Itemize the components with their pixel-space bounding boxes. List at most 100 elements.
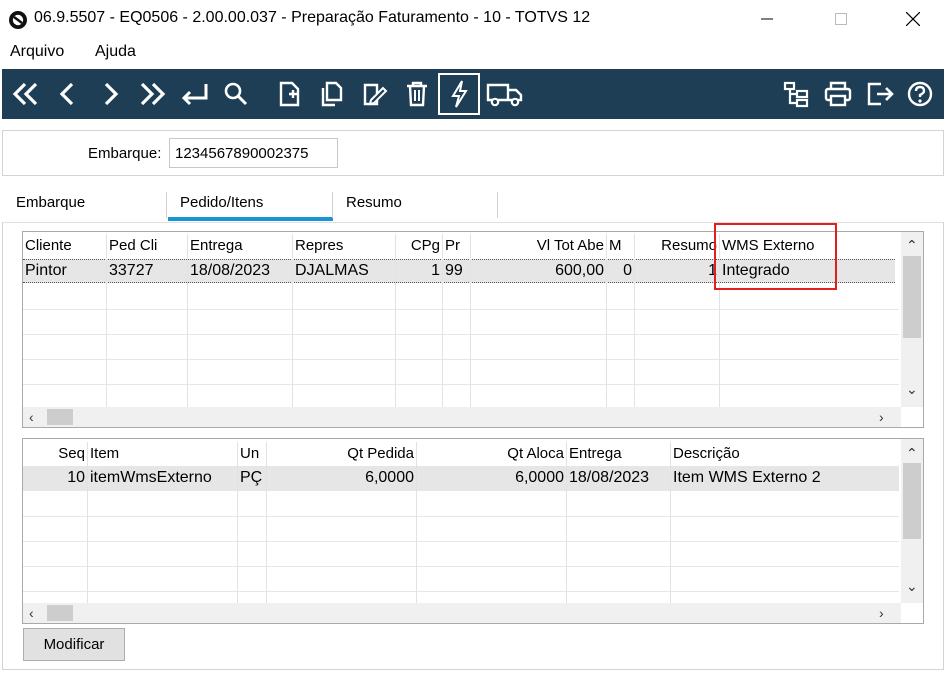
cell-cliente: Pintor [23,259,107,283]
process-button[interactable] [438,73,480,115]
scrollbar-thumb[interactable] [903,256,921,338]
title-bar: 06.9.5507 - EQ0506 - 2.00.00.037 - Prepa… [0,0,947,40]
toolbar [2,69,944,119]
column-header-item[interactable]: Item [88,442,238,466]
exit-button[interactable] [862,75,898,113]
previous-icon [58,81,78,107]
last-icon [137,81,167,107]
first-icon [11,81,41,107]
column-divider [266,490,267,603]
edit-icon [361,80,389,108]
app-logo-icon [8,10,28,30]
scroll-down-icon[interactable]: ⌄ [906,579,918,593]
column-header-entrega[interactable]: Entrega [188,234,293,258]
scroll-right-icon[interactable]: › [879,410,884,424]
column-header-ped-cli[interactable]: Ped Cli [107,234,188,258]
next-icon [100,81,120,107]
cell-descricao: Item WMS Externo 2 [671,466,899,490]
tab-embarque[interactable]: Embarque [16,194,85,211]
orders-vertical-scrollbar[interactable]: ⌃ ⌄ [901,232,923,407]
scroll-left-icon[interactable]: ‹ [29,410,34,424]
active-tab-indicator [168,217,333,221]
search-button[interactable] [218,75,254,113]
print-button[interactable] [820,75,856,113]
copy-button[interactable] [314,75,350,113]
first-record-button[interactable] [8,75,44,113]
column-header-m[interactable]: M [607,234,635,258]
column-divider [566,490,567,603]
row-divider [23,359,899,360]
search-icon [223,81,249,107]
scrollbar-thumb[interactable] [47,409,73,425]
items-grid[interactable]: Seq Item Un Qt Pedida Qt Aloca Entrega D… [22,438,924,624]
row-divider [23,591,899,592]
exit-icon [865,80,895,108]
column-header-cpg[interactable]: CPg [396,234,443,258]
column-divider [470,283,471,407]
window-title: 06.9.5507 - EQ0506 - 2.00.00.037 - Prepa… [34,9,590,27]
column-header-descricao[interactable]: Descrição [671,442,899,466]
minimize-button[interactable] [744,0,790,38]
row-divider [23,516,899,517]
column-divider [442,283,443,407]
copy-icon [318,80,346,108]
column-header-resumo[interactable]: Resumo [635,234,720,258]
row-divider [23,309,899,310]
column-header-entrega[interactable]: Entrega [567,442,671,466]
scroll-left-icon[interactable]: ‹ [29,606,34,620]
lightning-icon [448,79,470,109]
close-button[interactable] [890,0,936,38]
tab-separator [332,192,333,218]
scroll-right-icon[interactable]: › [879,606,884,620]
row-divider [23,334,899,335]
column-header-pr[interactable]: Pr [443,234,471,258]
menu-ajuda[interactable]: Ajuda [95,43,136,61]
truck-icon [486,80,524,108]
menu-arquivo[interactable]: Arquivo [10,43,64,61]
scrollbar-thumb[interactable] [903,463,921,539]
scroll-up-icon[interactable]: ⌃ [906,446,918,460]
scrollbar-thumb[interactable] [47,605,73,621]
edit-button[interactable] [357,75,393,113]
maximize-button[interactable] [818,0,864,38]
previous-record-button[interactable] [50,75,86,113]
column-header-qt-aloca[interactable]: Qt Aloca [417,442,567,466]
tab-resumo[interactable]: Resumo [346,194,402,211]
modificar-button[interactable]: Modificar [23,628,125,661]
next-record-button[interactable] [92,75,128,113]
cell-m: 0 [607,259,635,283]
items-horizontal-scrollbar[interactable]: ‹ › [23,603,901,623]
delete-button[interactable] [399,75,435,113]
menu-bar: Arquivo Ajuda [0,40,947,68]
column-divider [187,283,188,407]
shipment-button[interactable] [485,75,525,113]
column-divider [106,283,107,407]
column-header-cliente[interactable]: Cliente [23,234,107,258]
new-button[interactable] [272,75,308,113]
column-header-qt-pedida[interactable]: Qt Pedida [267,442,417,466]
column-header-repres[interactable]: Repres [293,234,396,258]
goto-button[interactable] [176,75,212,113]
column-header-vl-tot-abe[interactable]: Vl Tot Abe [471,234,607,258]
embarque-field[interactable]: 1234567890002375 [169,138,338,168]
scroll-down-icon[interactable]: ⌄ [906,382,918,396]
column-divider [634,283,635,407]
scroll-up-icon[interactable]: ⌃ [906,238,918,252]
items-vertical-scrollbar[interactable]: ⌃ ⌄ [901,439,923,603]
cell-cpg: 1 [396,259,443,283]
cell-vl-tot-abe: 600,00 [471,259,607,283]
new-document-icon [277,80,303,108]
cell-item: itemWmsExterno [88,466,238,490]
column-header-un[interactable]: Un [238,442,267,466]
last-record-button[interactable] [134,75,170,113]
column-divider [237,490,238,603]
embarque-label: Embarque: [88,145,161,162]
help-button[interactable] [902,75,938,113]
print-icon [823,80,853,108]
structure-button[interactable] [778,75,814,113]
row-divider [23,490,899,491]
tab-pedido-itens[interactable]: Pedido/Itens [180,194,263,211]
close-icon [906,12,920,26]
orders-horizontal-scrollbar[interactable]: ‹ › [23,407,901,427]
column-header-seq[interactable]: Seq [23,442,88,466]
